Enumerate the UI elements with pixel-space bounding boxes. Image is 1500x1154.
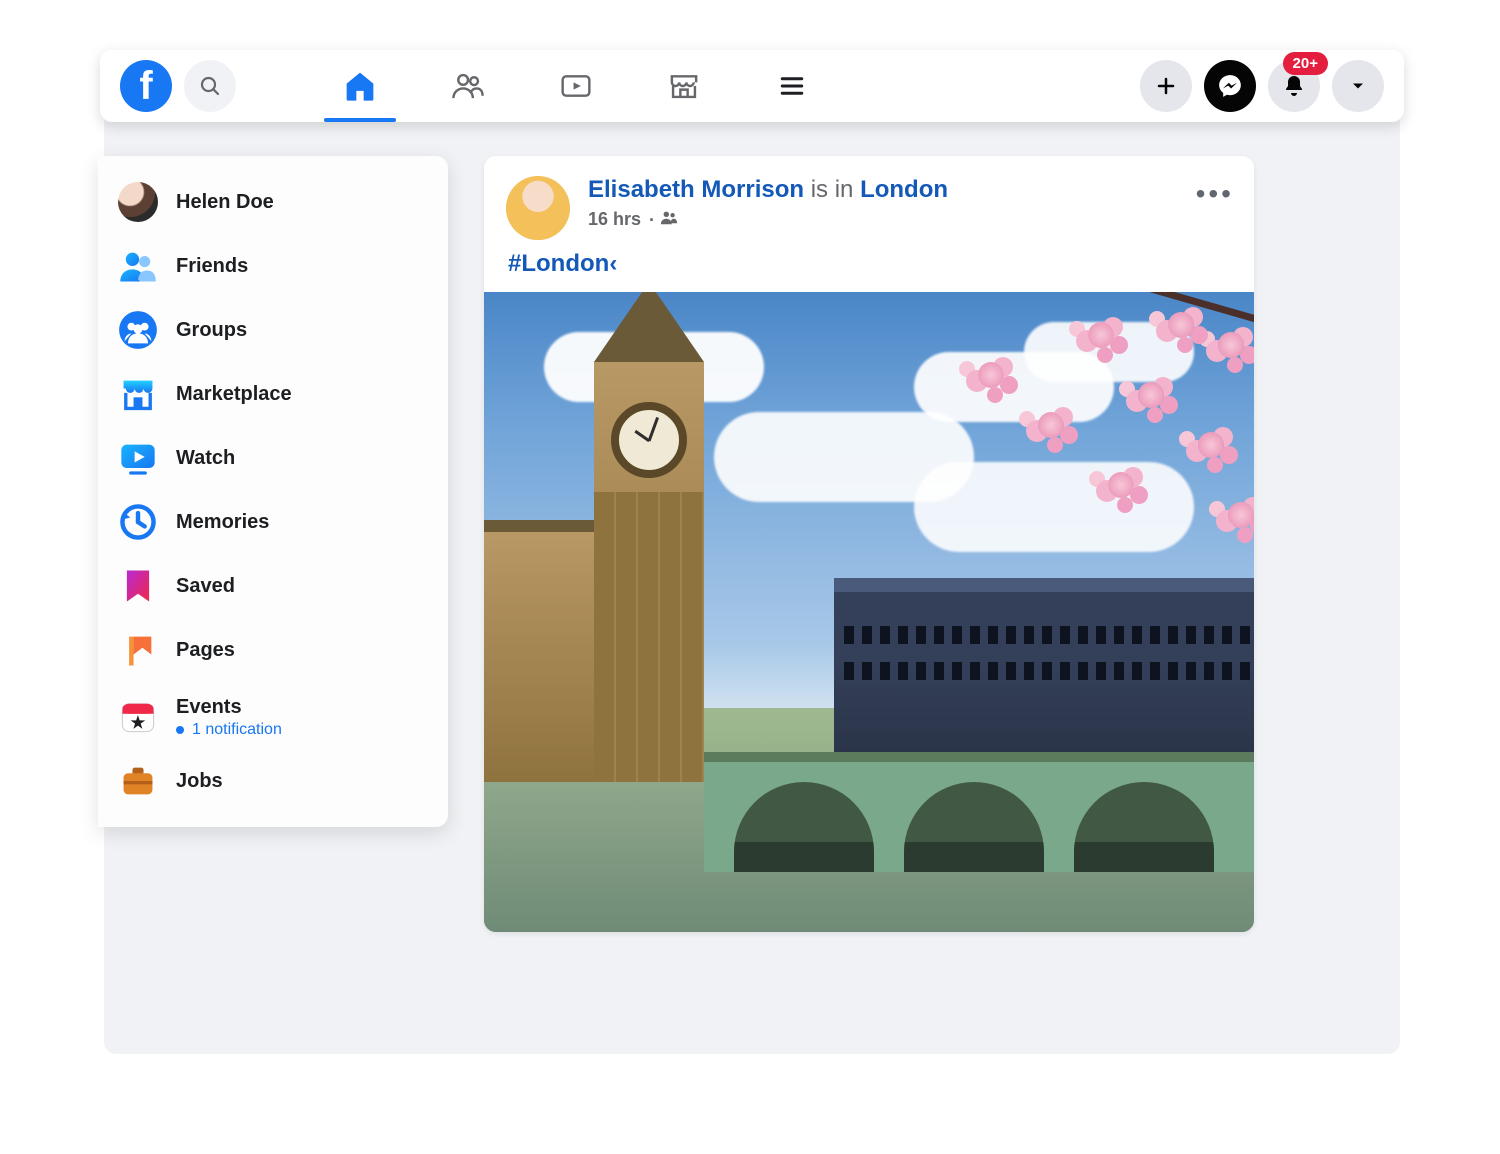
decorative bbox=[894, 292, 1254, 652]
create-button[interactable] bbox=[1140, 60, 1192, 112]
post-verb: is in bbox=[804, 176, 860, 203]
messenger-button[interactable] bbox=[1204, 60, 1256, 112]
groups-icon bbox=[118, 310, 158, 350]
tab-menu[interactable] bbox=[738, 50, 846, 122]
sidebar-item-label: Groups bbox=[176, 319, 247, 342]
jobs-icon bbox=[118, 761, 158, 801]
search-icon bbox=[198, 74, 222, 98]
feed-post: Elisabeth Morrison is in London 16 hrs ·… bbox=[484, 156, 1254, 932]
sidebar-item-subtext: 1 notification bbox=[176, 721, 282, 739]
watch-icon bbox=[559, 69, 593, 103]
sidebar-item-pages[interactable]: Pages bbox=[108, 618, 438, 682]
sidebar-item-label: Saved bbox=[176, 575, 235, 598]
tab-home[interactable] bbox=[306, 50, 414, 122]
marketplace-icon bbox=[118, 374, 158, 414]
sidebar-item-friends[interactable]: Friends bbox=[108, 234, 438, 298]
sidebar-item-label: Marketplace bbox=[176, 383, 292, 406]
messenger-icon bbox=[1217, 73, 1243, 99]
events-icon: ★ bbox=[118, 696, 158, 736]
post-hashtag-link[interactable]: #London‹ bbox=[508, 250, 617, 277]
sidebar-item-label: Pages bbox=[176, 639, 235, 662]
tab-marketplace[interactable] bbox=[630, 50, 738, 122]
post-author-link[interactable]: Elisabeth Morrison bbox=[588, 176, 804, 203]
sidebar-profile-name: Helen Doe bbox=[176, 191, 274, 214]
facebook-logo-icon[interactable]: f bbox=[120, 60, 172, 112]
svg-text:★: ★ bbox=[131, 713, 147, 732]
post-title: Elisabeth Morrison is in London bbox=[588, 176, 948, 204]
sidebar-item-groups[interactable]: Groups bbox=[108, 298, 438, 362]
post-header: Elisabeth Morrison is in London 16 hrs ·… bbox=[484, 156, 1254, 246]
decorative bbox=[594, 362, 704, 782]
sidebar-item-label: Events bbox=[176, 696, 282, 719]
avatar bbox=[118, 182, 158, 222]
post-image[interactable] bbox=[484, 292, 1254, 932]
top-nav: f bbox=[100, 50, 1404, 122]
sidebar-item-profile[interactable]: Helen Doe bbox=[108, 170, 438, 234]
saved-icon bbox=[118, 566, 158, 606]
sidebar-item-label: Memories bbox=[176, 511, 269, 534]
notification-badge: 20+ bbox=[1283, 52, 1328, 75]
friends-icon bbox=[451, 69, 485, 103]
left-sidebar: Helen Doe Friends Groups Marketplace Wat… bbox=[98, 156, 448, 827]
caret-down-icon bbox=[1348, 76, 1368, 96]
nav-tabs bbox=[306, 50, 1140, 122]
marketplace-icon bbox=[667, 69, 701, 103]
hamburger-icon bbox=[775, 69, 809, 103]
sidebar-item-events[interactable]: ★ Events 1 notification bbox=[108, 682, 438, 749]
plus-icon bbox=[1154, 74, 1178, 98]
friends-icon bbox=[118, 246, 158, 286]
notifications-button[interactable]: 20+ bbox=[1268, 60, 1320, 112]
nav-actions: 20+ bbox=[1140, 60, 1384, 112]
home-icon bbox=[343, 69, 377, 103]
sidebar-item-marketplace[interactable]: Marketplace bbox=[108, 362, 438, 426]
dot-separator: · bbox=[649, 208, 678, 231]
sidebar-item-label: Friends bbox=[176, 255, 248, 278]
memories-icon bbox=[118, 502, 158, 542]
decorative bbox=[704, 752, 1254, 872]
post-time: 16 hrs bbox=[588, 209, 641, 230]
sidebar-item-memories[interactable]: Memories bbox=[108, 490, 438, 554]
post-menu-button[interactable]: ••• bbox=[1196, 178, 1234, 210]
sidebar-item-watch[interactable]: Watch bbox=[108, 426, 438, 490]
sidebar-item-jobs[interactable]: Jobs bbox=[108, 749, 438, 813]
watch-icon bbox=[118, 438, 158, 478]
sidebar-item-saved[interactable]: Saved bbox=[108, 554, 438, 618]
post-meta: 16 hrs · bbox=[588, 208, 948, 231]
friends-privacy-icon bbox=[660, 208, 678, 226]
tab-watch[interactable] bbox=[522, 50, 630, 122]
post-author-avatar[interactable] bbox=[506, 176, 570, 240]
tab-friends[interactable] bbox=[414, 50, 522, 122]
pages-icon bbox=[118, 630, 158, 670]
sidebar-item-label: Jobs bbox=[176, 770, 223, 793]
account-button[interactable] bbox=[1332, 60, 1384, 112]
post-location-link[interactable]: London bbox=[860, 176, 948, 203]
sidebar-item-label: Watch bbox=[176, 447, 235, 470]
post-body: #London‹ bbox=[484, 246, 1254, 292]
search-button[interactable] bbox=[184, 60, 236, 112]
bell-icon bbox=[1282, 74, 1306, 98]
